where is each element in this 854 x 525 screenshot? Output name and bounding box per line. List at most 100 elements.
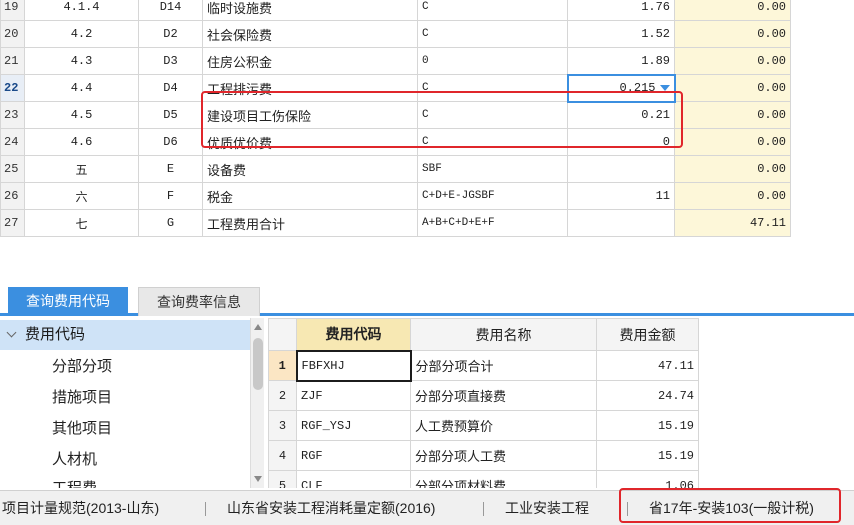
name-cell[interactable]: 社会保险费	[202, 20, 418, 48]
name-cell[interactable]: 分部分项材料费	[410, 470, 597, 488]
rate-cell[interactable]: 0	[567, 128, 675, 156]
code-cell[interactable]: E	[138, 155, 203, 183]
name-cell[interactable]: 设备费	[202, 155, 418, 183]
base-cell[interactable]: C+D+E-JGSBF	[417, 182, 568, 210]
seq-cell[interactable]: 4.4	[24, 74, 139, 102]
seq-cell[interactable]: 4.6	[24, 128, 139, 156]
table-row-selected[interactable]: 1 FBFXHJ 分部分项合计 47.11	[268, 349, 699, 382]
tab-query-rates[interactable]: 查询费率信息	[138, 287, 260, 316]
base-cell[interactable]: C	[417, 20, 568, 48]
chevron-down-icon[interactable]	[6, 327, 17, 338]
code-cell[interactable]: FBFXHJ	[295, 349, 412, 382]
scroll-up-icon[interactable]	[254, 324, 262, 330]
rate-cell[interactable]	[567, 155, 675, 183]
code-cell[interactable]: D6	[138, 128, 203, 156]
base-cell[interactable]: 0	[417, 47, 568, 75]
status-quota[interactable]: 山东省安装工程消耗量定额(2016)	[227, 491, 435, 525]
base-cell[interactable]: SBF	[417, 155, 568, 183]
seq-cell[interactable]: 五	[24, 155, 139, 183]
code-cell[interactable]: G	[138, 209, 203, 237]
rate-cell[interactable]: 1.89	[567, 47, 675, 75]
table-row[interactable]: 26 六 F 税金 C+D+E-JGSBF 11 0.00	[0, 182, 791, 210]
base-cell[interactable]: C	[417, 0, 568, 21]
header-name[interactable]: 费用名称	[410, 318, 597, 351]
fee-table-panel: 19 4.1.4 D14 临时设施费 C 1.76 0.00 20 4.2 D2…	[0, 0, 854, 263]
chevron-down-icon[interactable]	[659, 84, 670, 91]
amount-cell[interactable]: 47.11	[596, 350, 699, 381]
header-code[interactable]: 费用代码	[296, 318, 411, 351]
base-cell[interactable]: A+B+C+D+E+F	[417, 209, 568, 237]
tree-item[interactable]: 其他项目	[52, 414, 112, 444]
table-row[interactable]: 21 4.3 D3 住房公积金 0 1.89 0.00	[0, 47, 791, 75]
name-cell[interactable]: 优质优价费	[202, 128, 418, 156]
scroll-down-icon[interactable]	[254, 476, 262, 482]
amount-cell[interactable]: 15.19	[596, 410, 699, 441]
code-cell[interactable]: D5	[138, 101, 203, 129]
tree-item[interactable]: 人材机	[52, 445, 97, 475]
base-cell[interactable]: C	[417, 128, 568, 156]
seq-cell[interactable]: 七	[24, 209, 139, 237]
tree-item[interactable]: 措施项目	[52, 383, 112, 413]
amount-cell: 0.00	[674, 47, 791, 75]
name-cell[interactable]: 分部分项直接费	[410, 380, 597, 411]
table-row[interactable]: 2 ZJF 分部分项直接费 24.74	[268, 380, 699, 411]
amount-cell[interactable]: 1.06	[596, 470, 699, 488]
row-number: 25	[0, 155, 25, 183]
status-spec[interactable]: 项目计量规范(2013-山东)	[2, 491, 159, 525]
table-row[interactable]: 4 RGF 分部分项人工费 15.19	[268, 440, 699, 471]
status-project-type[interactable]: 工业安装工程	[505, 491, 589, 525]
rate-cell[interactable]: 1.52	[567, 20, 675, 48]
code-cell[interactable]: D4	[138, 74, 203, 102]
rate-dropdown-cell[interactable]: 0.215	[566, 73, 676, 103]
name-cell[interactable]: 工程费用合计	[202, 209, 418, 237]
code-cell[interactable]: F	[138, 182, 203, 210]
code-cell[interactable]: RGF	[296, 440, 411, 471]
status-bar: 项目计量规范(2013-山东) 山东省安装工程消耗量定额(2016) 工业安装工…	[0, 490, 854, 525]
table-row[interactable]: 5 CLF 分部分项材料费 1.06	[268, 470, 699, 488]
table-row[interactable]: 25 五 E 设备费 SBF 0.00	[0, 155, 791, 183]
table-row[interactable]: 27 七 G 工程费用合计 A+B+C+D+E+F 47.11	[0, 209, 791, 237]
table-row[interactable]: 20 4.2 D2 社会保险费 C 1.52 0.00	[0, 20, 791, 48]
base-cell[interactable]: C	[417, 101, 568, 129]
seq-cell[interactable]: 4.2	[24, 20, 139, 48]
rate-cell[interactable]: 1.76	[567, 0, 675, 21]
amount-cell[interactable]: 24.74	[596, 380, 699, 411]
rate-cell[interactable]	[567, 209, 675, 237]
name-cell[interactable]: 临时设施费	[202, 0, 418, 21]
name-cell[interactable]: 分部分项人工费	[410, 440, 597, 471]
seq-cell[interactable]: 六	[24, 182, 139, 210]
tab-query-codes[interactable]: 查询费用代码	[8, 287, 128, 316]
code-cell[interactable]: D14	[138, 0, 203, 21]
tree-root-item[interactable]: 费用代码	[0, 320, 250, 350]
table-row[interactable]: 3 RGF_YSJ 人工费预算价 15.19	[268, 410, 699, 441]
name-cell[interactable]: 税金	[202, 182, 418, 210]
name-cell[interactable]: 工程排污费	[202, 74, 418, 102]
table-row-selected[interactable]: 22 4.4 D4 工程排污费 C 0.215 0.00	[0, 73, 791, 103]
tree-scrollbar[interactable]	[250, 318, 264, 488]
code-cell[interactable]: D3	[138, 47, 203, 75]
code-cell[interactable]: ZJF	[296, 380, 411, 411]
base-cell[interactable]: C	[417, 74, 568, 102]
amount-cell: 0.00	[674, 20, 791, 48]
header-amount[interactable]: 费用金额	[596, 318, 699, 351]
name-cell[interactable]: 建设项目工伤保险	[202, 101, 418, 129]
amount-cell[interactable]: 15.19	[596, 440, 699, 471]
table-row[interactable]: 23 4.5 D5 建设项目工伤保险 C 0.21 0.00	[0, 101, 791, 129]
seq-cell[interactable]: 4.5	[24, 101, 139, 129]
seq-cell[interactable]: 4.3	[24, 47, 139, 75]
table-row[interactable]: 24 4.6 D6 优质优价费 C 0 0.00	[0, 128, 791, 156]
table-row[interactable]: 19 4.1.4 D14 临时设施费 C 1.76 0.00	[0, 0, 791, 21]
tree-item[interactable]: 工程费	[52, 474, 97, 488]
name-cell[interactable]: 人工费预算价	[410, 410, 597, 441]
name-cell[interactable]: 分部分项合计	[410, 350, 597, 381]
code-cell[interactable]: RGF_YSJ	[296, 410, 411, 441]
rate-cell[interactable]: 0.21	[567, 101, 675, 129]
rate-cell[interactable]: 11	[567, 182, 675, 210]
tree-item[interactable]: 分部分项	[52, 352, 112, 382]
scroll-thumb[interactable]	[253, 338, 263, 390]
code-cell[interactable]: D2	[138, 20, 203, 48]
code-cell[interactable]: CLF	[296, 470, 411, 488]
seq-cell[interactable]: 4.1.4	[24, 0, 139, 21]
status-rate-standard[interactable]: 省17年-安装103(一般计税)	[649, 491, 814, 525]
name-cell[interactable]: 住房公积金	[202, 47, 418, 75]
